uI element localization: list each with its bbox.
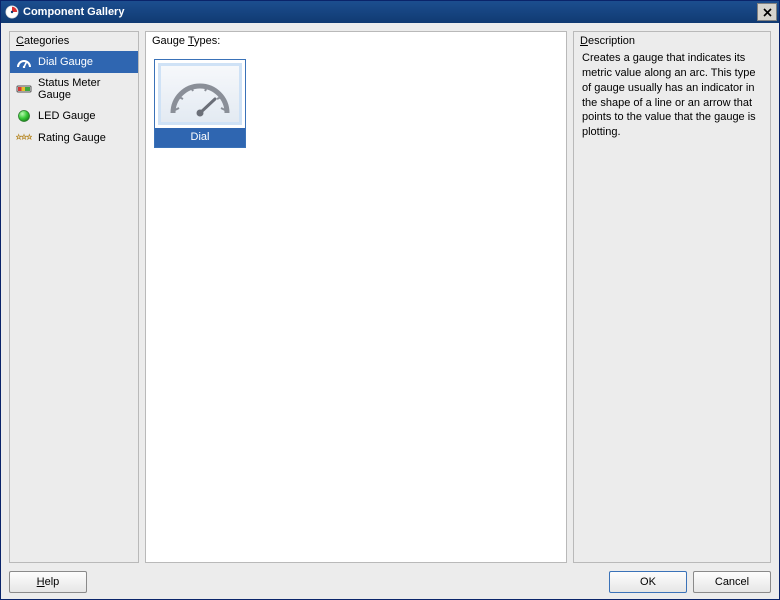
component-gallery-dialog: Component Gallery Categories [0,0,780,600]
window-title: Component Gallery [23,6,124,18]
close-icon [763,8,772,17]
app-icon [5,5,19,19]
category-label: Status Meter Gauge [38,77,132,101]
status-meter-icon [16,82,32,96]
category-label: Dial Gauge [38,56,93,68]
category-dial-gauge[interactable]: Dial Gauge [10,51,138,73]
gauge-type-dial[interactable]: Dial [154,59,246,148]
categories-list: Dial Gauge Status M [10,51,138,149]
rating-stars-icon [16,131,32,145]
category-rating-gauge[interactable]: Rating Gauge [10,127,138,149]
gauge-types-list: Dial [146,51,566,562]
gauge-types-panel: Gauge Types: [145,31,567,563]
category-label: Rating Gauge [38,132,106,144]
dialog-body: Categories Dial Gauge [1,23,779,599]
gauge-types-heading: Gauge Types: [146,32,566,51]
category-led-gauge[interactable]: LED Gauge [10,105,138,127]
titlebar: Component Gallery [1,1,779,23]
description-heading: Description [574,32,770,51]
help-button[interactable]: Help [9,571,87,593]
categories-heading: Categories [10,32,138,51]
gauge-type-label: Dial [155,128,245,147]
cancel-button[interactable]: Cancel [693,571,771,593]
dialog-footer: Help OK Cancel [9,563,771,593]
category-label: LED Gauge [38,110,95,122]
category-status-meter-gauge[interactable]: Status Meter Gauge [10,73,138,105]
description-panel: Description Creates a gauge that indicat… [573,31,771,563]
dial-thumbnail-icon [158,63,242,125]
dial-gauge-icon [16,55,32,69]
close-button[interactable] [757,3,777,21]
description-text: Creates a gauge that indicates its metri… [574,51,770,562]
categories-panel: Categories Dial Gauge [9,31,139,563]
led-icon [16,109,32,123]
ok-button[interactable]: OK [609,571,687,593]
